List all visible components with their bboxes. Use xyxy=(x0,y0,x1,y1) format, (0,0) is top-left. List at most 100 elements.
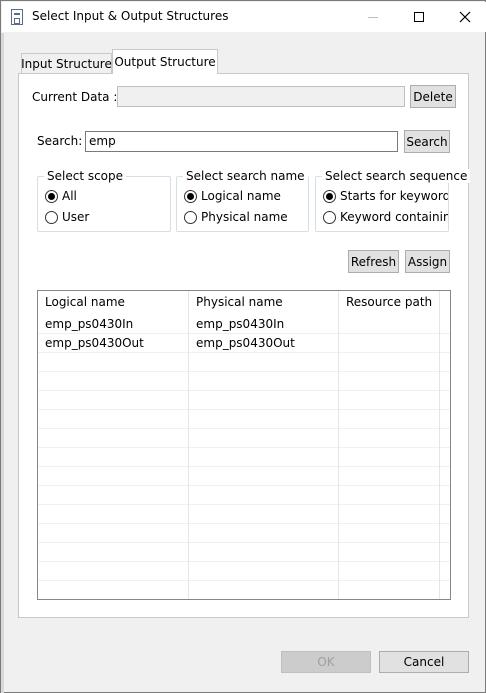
table-cell: emp_ps0430In xyxy=(38,315,189,334)
search-sequence-option-starts-label: Starts for keyword xyxy=(340,189,448,203)
table-cell xyxy=(189,562,339,581)
table-cell xyxy=(339,467,440,486)
table-row-empty xyxy=(38,505,450,524)
search-name-group-title: Select search name xyxy=(183,169,308,183)
table-cell xyxy=(339,410,440,429)
table-cell xyxy=(189,353,339,372)
table-cell xyxy=(189,429,339,448)
scope-option-all[interactable]: All xyxy=(45,189,77,203)
table-cell xyxy=(38,467,189,486)
table-cell: emp_ps0430Out xyxy=(38,334,189,353)
table-cell xyxy=(339,524,440,543)
window-title: Select Input & Output Structures xyxy=(32,9,229,23)
table-row-empty xyxy=(38,410,450,429)
table-cell xyxy=(189,467,339,486)
table-cell xyxy=(189,543,339,562)
refresh-button[interactable]: Refresh xyxy=(348,250,399,273)
table-cell xyxy=(189,391,339,410)
radio-checked-icon xyxy=(184,189,197,203)
table-cell xyxy=(38,429,189,448)
scope-group: Select scope All User xyxy=(37,169,171,232)
table-cell xyxy=(339,353,440,372)
column-header-resource-path[interactable]: Resource path xyxy=(339,291,440,315)
table-cell xyxy=(38,524,189,543)
table-cell xyxy=(38,581,189,599)
table-cell xyxy=(339,334,440,353)
close-icon xyxy=(459,11,471,23)
scope-option-user[interactable]: User xyxy=(45,210,89,224)
table-cell xyxy=(339,429,440,448)
table-cell xyxy=(189,505,339,524)
assign-button[interactable]: Assign xyxy=(405,250,450,273)
delete-button[interactable]: Delete xyxy=(410,85,456,108)
title-bar: Select Input & Output Structures xyxy=(2,2,486,32)
table-cell xyxy=(339,543,440,562)
close-button[interactable] xyxy=(442,2,486,32)
tab-output-structure[interactable]: Output Structure xyxy=(112,49,218,74)
ok-button[interactable]: OK xyxy=(281,651,371,673)
left-edge-strip xyxy=(1,33,4,693)
table-row-empty xyxy=(38,467,450,486)
search-input[interactable]: emp xyxy=(85,131,398,152)
table-cell xyxy=(189,486,339,505)
search-sequence-option-starts[interactable]: Starts for keyword xyxy=(323,189,448,203)
table-cell xyxy=(189,410,339,429)
search-label: Search: xyxy=(37,134,83,148)
table-cell xyxy=(38,410,189,429)
maximize-button[interactable] xyxy=(396,2,442,32)
table-cell xyxy=(38,505,189,524)
table-cell xyxy=(38,486,189,505)
structure-table: Logical name Physical name Resource path… xyxy=(37,290,451,600)
search-name-group: Select search name Logical name Physical… xyxy=(176,169,309,232)
radio-checked-icon xyxy=(45,189,58,203)
tab-input-structure[interactable]: Input Structure xyxy=(21,53,112,73)
table-cell xyxy=(339,448,440,467)
table-cell xyxy=(339,486,440,505)
search-button[interactable]: Search xyxy=(404,130,450,153)
table-cell xyxy=(38,391,189,410)
table-row-empty xyxy=(38,448,450,467)
cancel-button[interactable]: Cancel xyxy=(379,651,469,673)
table-cell xyxy=(189,524,339,543)
column-header-physical-name[interactable]: Physical name xyxy=(189,291,339,315)
table-cell xyxy=(189,581,339,599)
search-sequence-option-containing[interactable]: Keyword containing xyxy=(323,210,448,224)
table-row-empty xyxy=(38,581,450,599)
table-cell: emp_ps0430In xyxy=(189,315,339,334)
table-row-empty xyxy=(38,353,450,372)
search-sequence-group: Select search sequence Starts for keywor… xyxy=(315,169,471,232)
table-row-empty xyxy=(38,429,450,448)
table-row-empty xyxy=(38,391,450,410)
table-cell xyxy=(339,391,440,410)
table-row-empty xyxy=(38,562,450,581)
column-header-logical-name[interactable]: Logical name xyxy=(38,291,189,315)
scope-option-user-label: User xyxy=(62,210,90,224)
table-row-empty xyxy=(38,372,450,391)
minimize-button[interactable] xyxy=(350,2,396,32)
table-cell xyxy=(38,372,189,391)
table-cell xyxy=(339,315,440,334)
table-cell xyxy=(339,581,440,599)
search-name-option-physical[interactable]: Physical name xyxy=(184,210,288,224)
table-cell: emp_ps0430Out xyxy=(189,334,339,353)
table-row-empty xyxy=(38,486,450,505)
table-cell xyxy=(38,353,189,372)
table-cell xyxy=(189,372,339,391)
table-cell xyxy=(38,448,189,467)
radio-unchecked-icon xyxy=(45,210,58,224)
search-sequence-options: Starts for keyword Keyword containing xyxy=(316,177,448,231)
current-data-label: Current Data : xyxy=(32,90,118,104)
table-cell xyxy=(339,562,440,581)
minimize-icon xyxy=(368,16,378,18)
table-cell xyxy=(38,543,189,562)
search-name-option-logical[interactable]: Logical name xyxy=(184,189,281,203)
radio-unchecked-icon xyxy=(323,210,336,224)
table-row[interactable]: emp_ps0430Out emp_ps0430Out xyxy=(38,334,450,353)
table-cell xyxy=(38,562,189,581)
maximize-icon xyxy=(414,12,424,22)
app-icon xyxy=(11,9,23,25)
search-sequence-option-containing-label: Keyword containing xyxy=(340,210,448,224)
table-row[interactable]: emp_ps0430In emp_ps0430In xyxy=(38,315,450,334)
search-name-option-physical-label: Physical name xyxy=(201,210,288,224)
scope-group-title: Select scope xyxy=(44,169,127,183)
